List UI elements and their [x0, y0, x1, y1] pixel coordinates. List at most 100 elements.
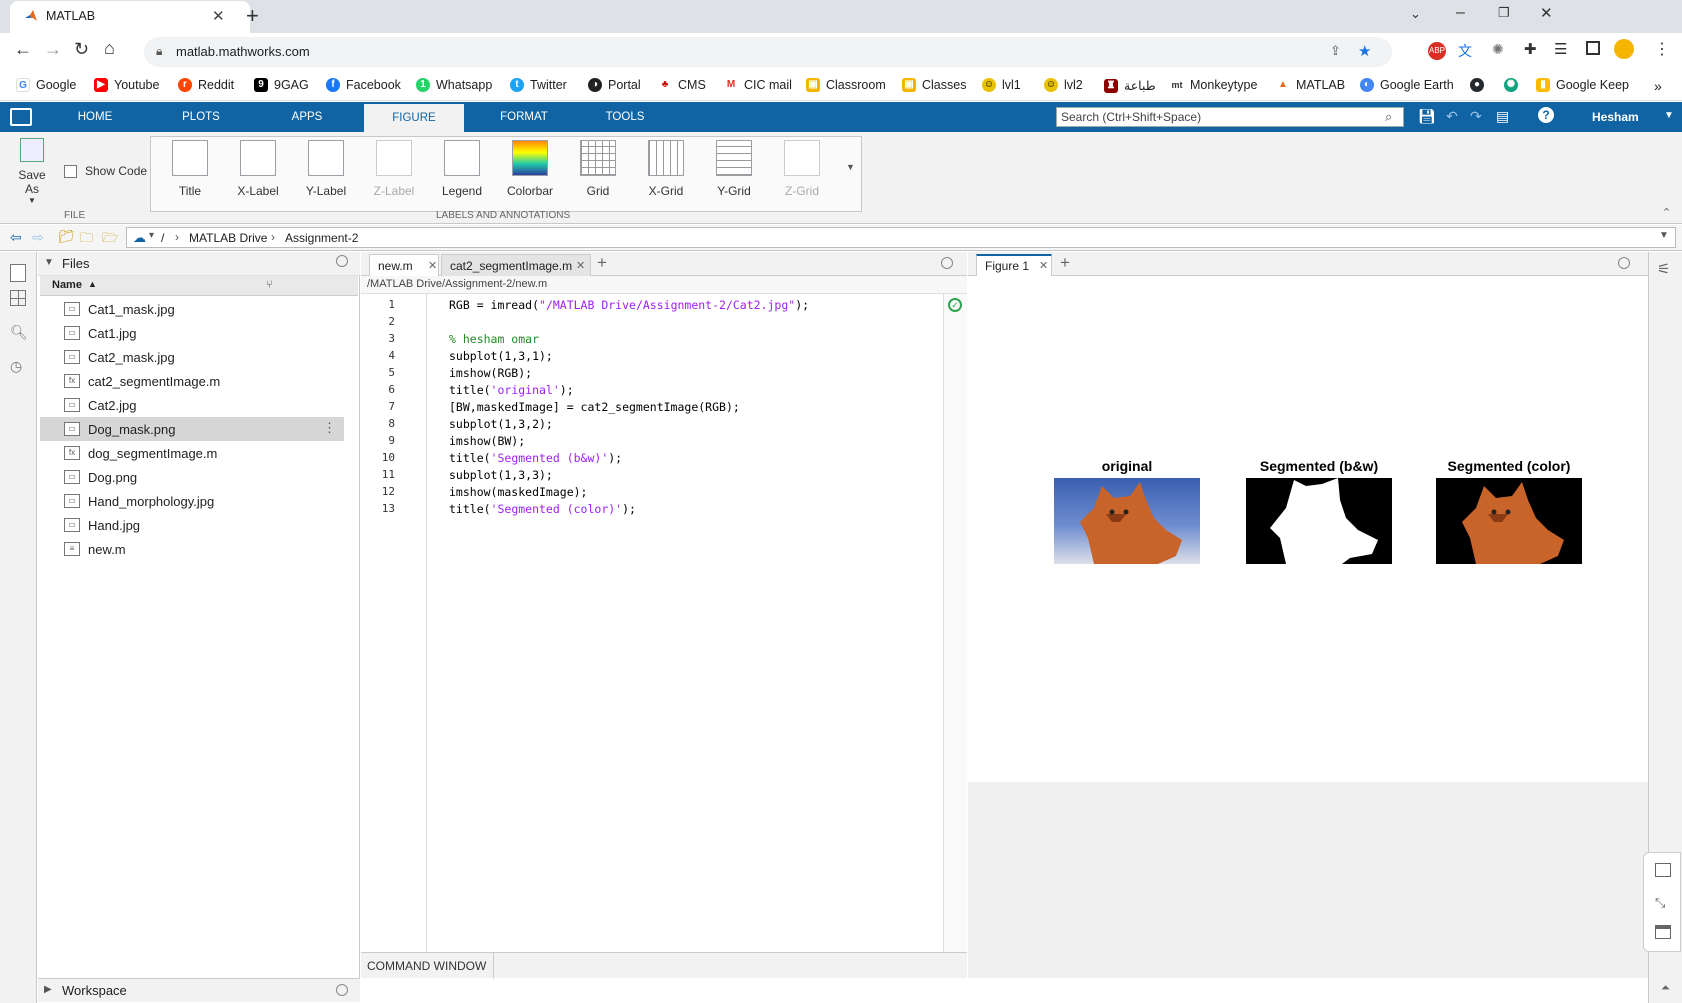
- list-item[interactable]: fx cat2_segmentImage.m: [40, 369, 344, 393]
- back-icon[interactable]: ←: [14, 39, 32, 60]
- colorbar-button[interactable]: Colorbar: [500, 140, 560, 198]
- bookmark-lvl1[interactable]: ☺ lvl1: [982, 78, 1021, 92]
- tab-search-icon[interactable]: ⌄: [1410, 6, 1421, 22]
- bookmark-facebook[interactable]: f Facebook: [326, 78, 401, 92]
- collapse-chevron-icon[interactable]: ▼: [44, 257, 54, 268]
- panel-options-icon[interactable]: [336, 984, 348, 996]
- list-item[interactable]: ≡ new.m: [40, 537, 344, 561]
- path-dropdown-icon[interactable]: ▼: [1659, 230, 1669, 241]
- list-item[interactable]: ▭ Hand.jpg: [40, 513, 344, 537]
- segmented-bw-image[interactable]: [1246, 478, 1392, 564]
- ygrid-button[interactable]: Y-Grid: [704, 140, 764, 198]
- browse-folder-icon[interactable]: 🗀: [80, 229, 93, 251]
- bookmark-matlab[interactable]: ▲ MATLAB: [1276, 78, 1345, 92]
- list-item[interactable]: ▭ Cat2_mask.jpg: [40, 345, 344, 369]
- files-panel-icon[interactable]: [10, 264, 26, 282]
- list-item[interactable]: ▭ Cat2.jpg: [40, 393, 344, 417]
- redo-icon[interactable]: ↷: [1470, 108, 1482, 125]
- media-control-icon[interactable]: ☰: [1554, 40, 1567, 58]
- properties-icon[interactable]: ⚟: [1657, 260, 1670, 278]
- name-column-header[interactable]: Name: [52, 279, 82, 291]
- zlabel-button[interactable]: Z-Label: [364, 140, 424, 198]
- bookmark-print[interactable]: ♜ طباعة: [1104, 78, 1156, 93]
- original-image[interactable]: [1054, 478, 1200, 564]
- tab-figure[interactable]: FIGURE: [364, 102, 464, 132]
- extensions-puzzle-icon[interactable]: ✚: [1524, 40, 1537, 58]
- up-folder-icon[interactable]: 📁︎: [58, 229, 75, 245]
- bookmark-google-earth[interactable]: ◐ Google Earth: [1360, 78, 1454, 92]
- chrome-menu-icon[interactable]: ⋮: [1654, 39, 1670, 59]
- user-name[interactable]: Hesham: [1592, 110, 1639, 124]
- help-icon[interactable]: ?: [1538, 107, 1554, 123]
- add-tab-icon[interactable]: +: [597, 253, 607, 273]
- side-panel-icon[interactable]: [1586, 41, 1600, 55]
- ylabel-button[interactable]: Y-Label: [296, 140, 356, 198]
- open-folder-icon[interactable]: 🗁: [102, 229, 118, 251]
- show-code-checkbox[interactable]: Show Code: [64, 164, 147, 178]
- minimize-icon[interactable]: –: [1456, 4, 1465, 22]
- bookmark-reddit[interactable]: r Reddit: [178, 78, 234, 92]
- add-figure-icon[interactable]: +: [1060, 253, 1070, 273]
- check-icon[interactable]: ✓: [948, 298, 962, 312]
- expand-up-icon[interactable]: ⏶: [1661, 982, 1670, 995]
- window-close-icon[interactable]: ✕: [1540, 4, 1553, 22]
- bookmark-classroom[interactable]: ▣ Classroom: [806, 78, 886, 92]
- close-tab-icon[interactable]: ✕: [212, 7, 225, 25]
- command-window-header[interactable]: COMMAND WINDOW: [361, 952, 967, 979]
- bookmark-chatgpt[interactable]: ✺: [1504, 78, 1518, 92]
- list-item[interactable]: ▭ Cat1_mask.jpg: [40, 297, 344, 321]
- git-branch-icon[interactable]: ⑂: [266, 279, 273, 291]
- checkbox-box[interactable]: [64, 164, 77, 178]
- expand-chevron-icon[interactable]: ▶: [44, 984, 52, 995]
- bookmark-twitter[interactable]: t Twitter: [510, 78, 567, 92]
- search-input[interactable]: Search (Ctrl+Shift+Space) ⌕: [1056, 107, 1404, 127]
- workspace-header[interactable]: ▶ Workspace: [38, 978, 360, 1002]
- panel-options-icon[interactable]: [941, 257, 953, 269]
- segmented-color-image[interactable]: [1436, 478, 1582, 564]
- collapse-ribbon-icon[interactable]: ⌃: [1662, 206, 1671, 219]
- find-files-icon[interactable]: 🔍︎: [10, 324, 28, 341]
- list-item[interactable]: ▭ Hand_morphology.jpg: [40, 489, 344, 513]
- list-item[interactable]: fx dog_segmentImage.m: [40, 441, 344, 465]
- bookmark-youtube[interactable]: ▶ Youtube: [94, 78, 159, 92]
- bookmark-classes[interactable]: ▣ Classes: [902, 78, 966, 92]
- tab-plots[interactable]: PLOTS: [156, 102, 246, 132]
- share-icon[interactable]: ⇪: [1330, 43, 1341, 59]
- gallery-expand-icon[interactable]: ▼: [846, 162, 855, 172]
- row-menu-icon[interactable]: ⋮: [323, 420, 336, 436]
- bookmark-monkeytype[interactable]: mt Monkeytype: [1170, 78, 1257, 92]
- bookmark-9gag[interactable]: 9 9GAG: [254, 78, 309, 92]
- bookmark-google[interactable]: G Google: [16, 78, 76, 92]
- layout-icon[interactable]: ▤: [1496, 108, 1509, 125]
- bookmark-whatsapp[interactable]: 1 Whatsapp: [416, 78, 492, 92]
- back-folder-icon[interactable]: ⇦: [10, 229, 22, 246]
- list-item-selected[interactable]: ▭ Dog_mask.png ⋮: [40, 417, 344, 441]
- panel-options-icon[interactable]: [1618, 257, 1630, 269]
- save-icon[interactable]: 💾︎: [1418, 108, 1436, 125]
- xgrid-button[interactable]: X-Grid: [636, 140, 696, 198]
- title-button[interactable]: Title: [160, 140, 220, 198]
- forward-icon[interactable]: →: [44, 39, 62, 60]
- translate-extension-icon[interactable]: 文: [1458, 41, 1472, 61]
- more-bookmarks[interactable]: »: [1654, 78, 1662, 94]
- forward-folder-icon[interactable]: ⇨: [32, 229, 44, 246]
- new-tab-icon[interactable]: +: [246, 3, 259, 29]
- path-folder[interactable]: Assignment-2: [285, 231, 358, 245]
- tab-cat2-segmentimage[interactable]: cat2_segmentImage.m ✕: [441, 254, 591, 276]
- adblock-extension-icon[interactable]: ABP: [1428, 42, 1446, 60]
- figure-canvas[interactable]: original Segmented (b&w) Segmented (colo…: [968, 276, 1648, 782]
- save-as-button[interactable]: Save As ▼: [10, 138, 54, 205]
- legend-button[interactable]: Legend: [432, 140, 492, 198]
- close-icon[interactable]: ✕: [1039, 259, 1048, 272]
- tab-apps[interactable]: APPS: [262, 102, 352, 132]
- bookmark-star-icon[interactable]: ★: [1358, 42, 1371, 60]
- tab-figure-1[interactable]: Figure 1 ✕: [976, 254, 1052, 276]
- zgrid-button[interactable]: Z-Grid: [772, 140, 832, 198]
- profile-avatar[interactable]: [1614, 39, 1634, 59]
- history-icon[interactable]: ◷: [10, 358, 22, 375]
- panel-options-icon[interactable]: [336, 255, 348, 267]
- home-icon[interactable]: ⌂: [104, 38, 115, 59]
- minimize-panel-icon[interactable]: ⤡: [1655, 895, 1665, 911]
- xlabel-button[interactable]: X-Label: [228, 140, 288, 198]
- user-menu-chevron-icon[interactable]: ▼: [1664, 110, 1674, 121]
